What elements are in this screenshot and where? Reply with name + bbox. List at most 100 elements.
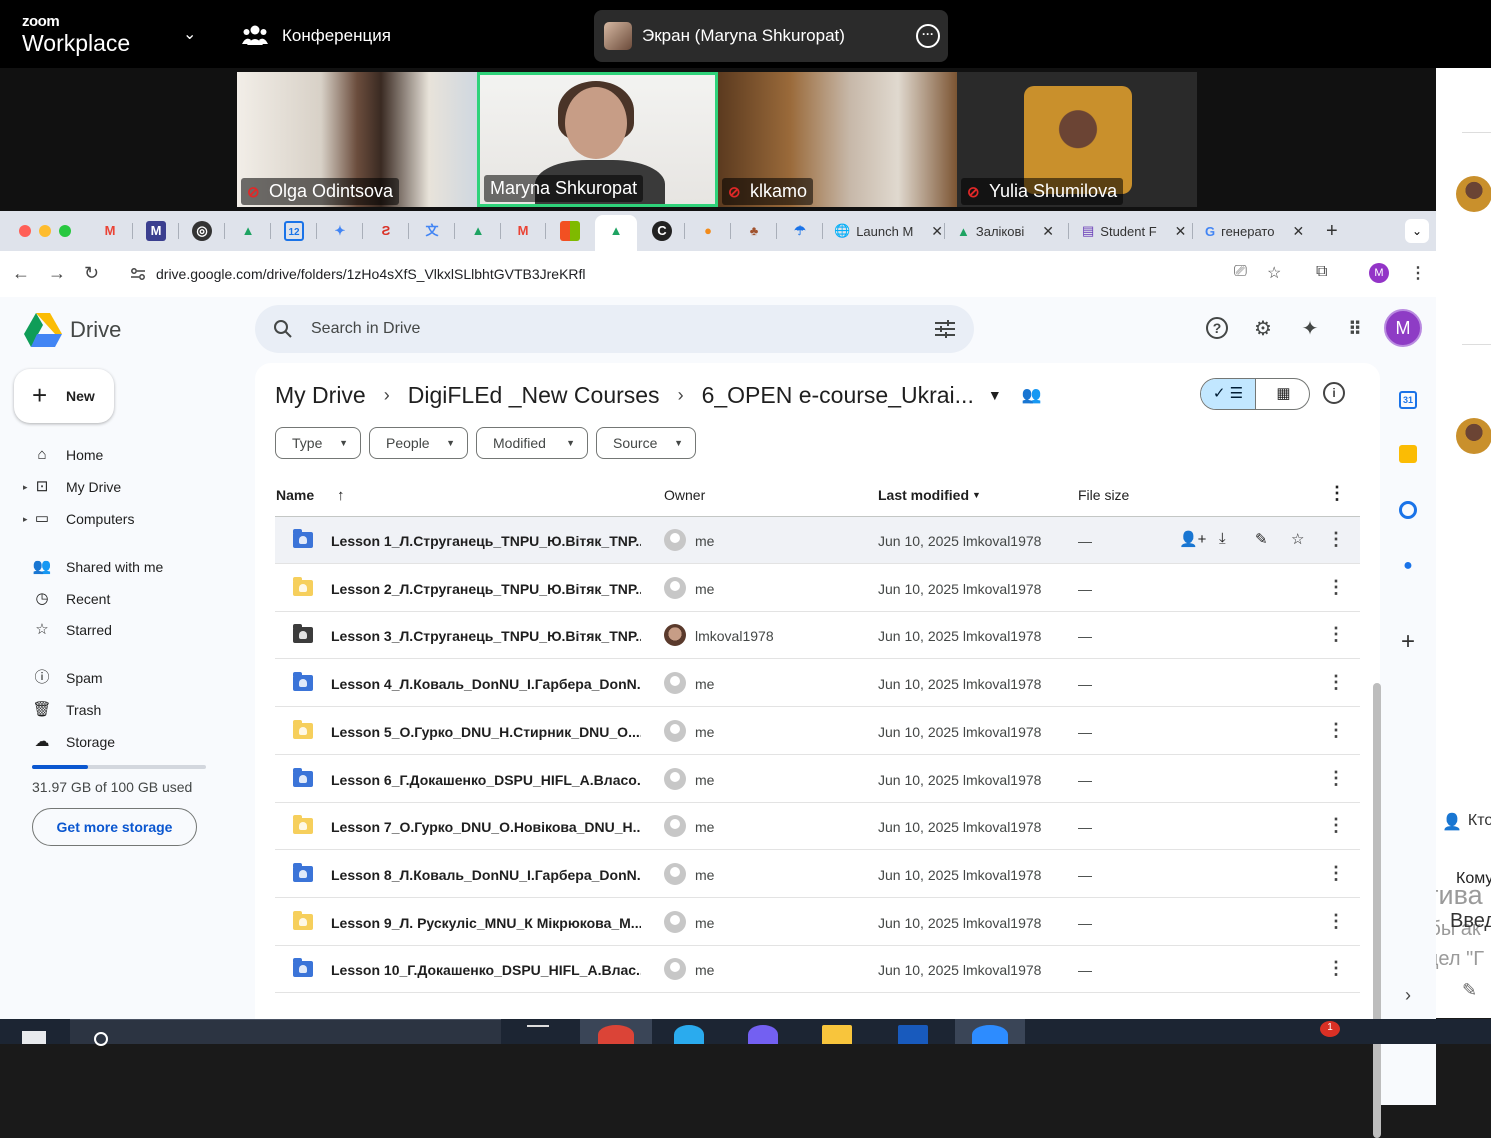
tab-favicon[interactable]: Ƨ (376, 221, 396, 241)
more-actions-icon[interactable]: ⋮ (1327, 577, 1345, 598)
participant-avatar[interactable] (1456, 176, 1491, 212)
sort-dropdown-icon[interactable]: ▼ (972, 490, 981, 500)
nav-spam[interactable]: ⓘ Spam (20, 664, 240, 692)
chat-input-placeholder[interactable]: Введ (1450, 910, 1491, 933)
back-button[interactable]: ← (12, 263, 30, 284)
search-icon[interactable] (273, 319, 293, 339)
column-options-icon[interactable]: ⋮ (1328, 483, 1346, 504)
nav-my-drive[interactable]: ▸ ⊡ My Drive (20, 473, 240, 501)
more-actions-icon[interactable]: ⋮ (1327, 863, 1345, 884)
search-options-icon[interactable] (934, 319, 956, 339)
site-settings-icon[interactable] (130, 266, 146, 282)
taskbar-search[interactable] (70, 1019, 501, 1046)
tab-favicon[interactable]: C (652, 221, 672, 241)
breadcrumb-my-drive[interactable]: My Drive (275, 382, 366, 409)
pen-icon[interactable]: ✎ (1462, 980, 1477, 1001)
nav-storage[interactable]: ☁ Storage (20, 728, 240, 756)
contacts-app-icon[interactable]: ● (1399, 557, 1417, 575)
file-name[interactable]: Lesson 3_Л.Струганець_TNPU_Ю.Вітяк_TNP..… (331, 628, 641, 644)
extensions-icon[interactable]: ⧉ (1316, 263, 1327, 281)
drive-search-bar[interactable] (255, 305, 974, 353)
file-row[interactable]: Lesson 8_Л.Коваль_DonNU_І.Гарбера_DonN..… (275, 851, 1360, 898)
file-row[interactable]: Lesson 5_О.Гурко_DNU_Н.Стирник_DNU_O....… (275, 708, 1360, 755)
nav-starred[interactable]: ☆ Starred (20, 616, 240, 644)
more-actions-icon[interactable]: ⋮ (1327, 720, 1345, 741)
bookmark-star-icon[interactable]: ☆ (1267, 263, 1281, 283)
more-actions-icon[interactable]: ⋮ (1327, 911, 1345, 932)
install-app-icon[interactable]: ⎚ (1234, 263, 1247, 281)
help-icon[interactable]: ? (1206, 317, 1228, 339)
file-name[interactable]: Lesson 5_О.Гурко_DNU_Н.Стирник_DNU_O.... (331, 724, 641, 740)
participants-icon[interactable] (242, 24, 268, 46)
file-row[interactable]: Lesson 1_Л.Струганець_TNPU_Ю.Вітяк_TNP..… (275, 517, 1360, 564)
file-row[interactable]: Lesson 10_Г.Докашенко_DSPU_HIFL_A.Влас..… (275, 946, 1360, 994)
file-row[interactable]: Lesson 7_О.Гурко_DNU_О.Новікова_DNU_H...… (275, 803, 1360, 851)
conference-label[interactable]: Конференция (282, 26, 391, 46)
file-name[interactable]: Lesson 8_Л.Коваль_DonNU_І.Гарбера_DonN..… (331, 867, 641, 883)
close-tab-icon[interactable]: ✕ (1292, 223, 1304, 240)
more-actions-icon[interactable]: ⋮ (1327, 624, 1345, 645)
filter-people[interactable]: People ▼ (369, 427, 468, 459)
participant-avatar[interactable] (1456, 418, 1491, 454)
column-owner[interactable]: Owner (664, 487, 705, 503)
get-more-storage-button[interactable]: Get more storage (32, 808, 197, 846)
close-tab-icon[interactable]: ✕ (1042, 223, 1054, 240)
close-window-button[interactable] (19, 225, 31, 237)
star-icon[interactable]: ☆ (1291, 530, 1304, 548)
tasks-app-icon[interactable] (1399, 501, 1417, 519)
sort-arrow-up-icon[interactable]: ↑ (337, 487, 345, 504)
file-row[interactable]: Lesson 4_Л.Коваль_DonNU_І.Гарбера_DonN..… (275, 660, 1360, 708)
file-explorer-taskbar-icon[interactable] (822, 1025, 852, 1044)
more-actions-icon[interactable]: ⋮ (1327, 815, 1345, 836)
details-info-icon[interactable]: i (1323, 382, 1345, 404)
address-bar[interactable]: drive.google.com/drive/folders/1zHo4sXfS… (118, 257, 1298, 291)
file-row[interactable]: Lesson 6_Г.Докашенко_DSPU_HIFL_A.Власо..… (275, 756, 1360, 803)
word-taskbar-icon[interactable] (898, 1025, 928, 1044)
file-name[interactable]: Lesson 6_Г.Докашенко_DSPU_HIFL_A.Власо..… (331, 772, 641, 788)
tab[interactable]: 🌐 Launch M ✕ (834, 221, 943, 241)
tab[interactable]: Gгенерато ✕ (1205, 221, 1304, 241)
calendar-app-icon[interactable]: 31 (1399, 391, 1417, 409)
tab-favicon[interactable]: M (146, 221, 166, 241)
url-text[interactable]: drive.google.com/drive/folders/1zHo4sXfS… (156, 266, 586, 282)
column-name[interactable]: Name (276, 487, 314, 503)
gear-icon[interactable]: ⚙ (1251, 317, 1275, 341)
forward-button[interactable]: → (48, 263, 66, 284)
telegram-taskbar-icon[interactable] (674, 1025, 704, 1044)
more-actions-icon[interactable]: ⋮ (1327, 768, 1345, 789)
nav-home[interactable]: ⌂ Home (20, 441, 240, 469)
breadcrumb-folder[interactable]: DigiFLEd _New Courses (408, 382, 660, 409)
list-view-button[interactable]: ✓ ☰ (1201, 379, 1256, 409)
minimize-window-button[interactable] (39, 225, 51, 237)
browser-profile-avatar[interactable]: M (1369, 263, 1389, 283)
search-input[interactable] (311, 320, 871, 338)
column-file-size[interactable]: File size (1078, 487, 1129, 503)
drive-app-name[interactable]: Drive (70, 317, 121, 343)
chevron-right-icon[interactable]: › (1399, 985, 1417, 1005)
filter-modified[interactable]: Modified ▼ (476, 427, 588, 459)
new-button[interactable]: + New (14, 369, 114, 423)
more-actions-icon[interactable]: ⋮ (1327, 958, 1345, 979)
drive-tab-icon[interactable]: ▲ (468, 221, 488, 241)
folder-actions-dropdown-icon[interactable]: ▼ (988, 387, 1002, 403)
more-actions-icon[interactable]: ⋮ (1327, 529, 1345, 550)
new-tab-button[interactable]: + (1326, 220, 1338, 243)
close-tab-icon[interactable]: ✕ (931, 223, 943, 240)
gmail-tab-icon[interactable]: M (100, 221, 120, 241)
tab[interactable]: ▲ Залікові ✕ (957, 221, 1054, 241)
nav-computers[interactable]: ▸ ▭ Computers (20, 505, 240, 533)
tab-favicon[interactable]: ☂ (790, 221, 810, 241)
file-row[interactable]: Lesson 2_Л.Струганець_TNPU_Ю.Вітяк_TNP..… (275, 565, 1360, 612)
expand-caret-icon[interactable]: ▸ (23, 514, 28, 525)
gemini-sparkle-icon[interactable]: ✦ (1298, 317, 1322, 341)
viber-taskbar-icon[interactable] (748, 1025, 778, 1044)
shared-folder-icon[interactable]: 👥 (1022, 385, 1042, 405)
nav-recent[interactable]: ◷ Recent (20, 585, 240, 613)
file-name[interactable]: Lesson 9_Л. Рускуліс_MNU_К Мікрюкова_M..… (331, 915, 641, 931)
participant-tile-active-speaker[interactable]: Maryna Shkuropat (477, 72, 718, 207)
nav-shared-with-me[interactable]: 👥 Shared with me (20, 553, 240, 581)
tab-favicon[interactable]: ◎ (192, 221, 212, 241)
keep-app-icon[interactable] (1399, 445, 1417, 463)
participant-tile[interactable]: ⊘ Olga Odintsova (237, 72, 477, 207)
share-icon[interactable]: 👤+ (1179, 530, 1206, 548)
